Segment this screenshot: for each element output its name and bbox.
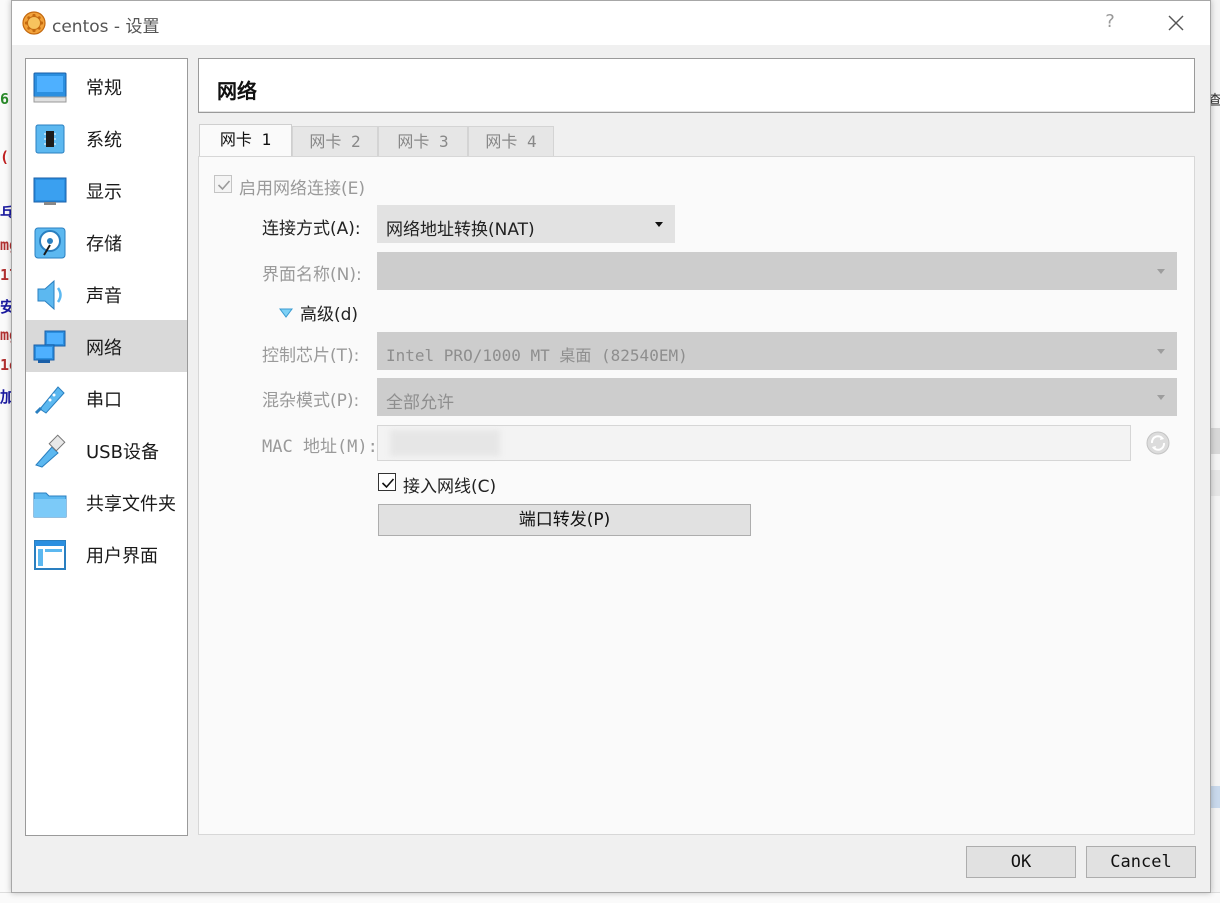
sidebar-item-system[interactable]: 系统: [26, 112, 187, 164]
sidebar-item-user-interface[interactable]: 用户界面: [26, 528, 187, 580]
chip-icon: [35, 124, 65, 154]
sidebar-item-label: 用户界面: [86, 546, 158, 567]
enable-adapter-label: 启用网络连接(E): [239, 179, 366, 199]
user-interface-icon: [34, 540, 66, 570]
attached-to-dropdown[interactable]: 网络地址转换(NAT): [377, 205, 675, 243]
tab-adapter-4[interactable]: 网卡 4: [468, 126, 554, 156]
network-icon: [33, 330, 66, 363]
attached-to-value: 网络地址转换(NAT): [386, 220, 535, 240]
close-button[interactable]: [1162, 9, 1190, 37]
general-icon: [33, 72, 67, 103]
page-header: 网络: [198, 58, 1195, 113]
sidebar-item-label: 串口: [86, 390, 122, 411]
virtualbox-app-icon: [22, 11, 46, 35]
cable-connected-label: 接入网线(C): [403, 477, 497, 497]
serial-port-icon: [34, 386, 65, 415]
sidebar-item-storage[interactable]: 存储: [26, 216, 187, 268]
mac-address-label: MAC 地址(M):: [262, 437, 378, 457]
sidebar-item-audio[interactable]: 声音: [26, 268, 187, 320]
attached-to-label: 连接方式(A):: [262, 219, 361, 239]
adapter-type-dropdown[interactable]: Intel PRO/1000 MT 桌面 (82540EM): [377, 332, 1177, 370]
background-app-bottom-edge: [0, 892, 1220, 903]
disk-icon: [34, 227, 66, 259]
sidebar-item-display[interactable]: 显示: [26, 164, 187, 216]
advanced-toggle-label[interactable]: 高级(d): [300, 300, 358, 325]
chevron-down-icon: [655, 222, 663, 227]
monitor-icon: [33, 177, 67, 205]
sidebar-item-general[interactable]: 常规: [26, 60, 187, 112]
sidebar-item-label: 存储: [86, 234, 122, 255]
adapter-type-value: Intel PRO/1000 MT 桌面 (82540EM): [386, 346, 688, 365]
tab-adapter-1[interactable]: 网卡 1: [199, 124, 292, 156]
usb-icon: [35, 434, 66, 468]
sidebar-item-label: 网络: [86, 338, 122, 359]
page-title: 网络: [217, 79, 257, 103]
sidebar-item-usb[interactable]: USB设备: [26, 424, 187, 476]
close-icon: [1168, 15, 1184, 31]
title-bar[interactable]: centos - 设置 ?: [12, 1, 1210, 45]
adapter-type-label: 控制芯片(T):: [262, 346, 360, 366]
chevron-down-icon: [1157, 349, 1165, 354]
ok-button[interactable]: OK: [966, 846, 1076, 878]
sidebar-item-label: 共享文件夹: [86, 494, 176, 515]
refresh-icon: [1146, 431, 1170, 455]
folder-icon: [33, 492, 67, 518]
mac-address-field[interactable]: [377, 425, 1131, 461]
background-fragment: (: [0, 148, 10, 166]
checkmark-icon: [217, 180, 231, 191]
refresh-mac-button[interactable]: [1145, 430, 1171, 456]
sidebar-item-serial-ports[interactable]: 串口: [26, 372, 187, 424]
checkmark-icon: [381, 478, 395, 489]
sidebar-item-shared-folders[interactable]: 共享文件夹: [26, 476, 187, 528]
enable-adapter-checkbox[interactable]: [214, 175, 232, 193]
promiscuous-mode-value: 全部允许: [386, 393, 454, 413]
settings-sidebar: 常规 系统 显示 存储 声音 网络 串口 USB设备 共享文件夹 用户界面: [25, 58, 188, 836]
sidebar-item-network[interactable]: 网络: [26, 320, 187, 372]
interface-name-label: 界面名称(N):: [262, 265, 362, 285]
port-forwarding-button[interactable]: 端口转发(P): [378, 504, 751, 536]
tab-adapter-3[interactable]: 网卡 3: [378, 126, 468, 156]
window-title: centos - 设置: [52, 17, 160, 37]
cancel-button[interactable]: Cancel: [1086, 846, 1196, 878]
redacted-mac-blur: [390, 430, 500, 456]
chevron-down-icon: [1157, 269, 1165, 274]
sidebar-item-label: USB设备: [86, 442, 159, 463]
chevron-down-icon: [1157, 395, 1165, 400]
sidebar-item-label: 显示: [86, 182, 122, 203]
promiscuous-mode-dropdown[interactable]: 全部允许: [377, 378, 1177, 416]
sidebar-item-label: 系统: [86, 130, 122, 151]
help-button[interactable]: ?: [1098, 11, 1122, 32]
settings-dialog: centos - 设置 ? 常规 系统 显示 存储 声音 网络 串口 USB设备…: [11, 0, 1211, 893]
advanced-toggle-icon[interactable]: [278, 305, 294, 319]
tab-adapter-2[interactable]: 网卡 2: [292, 126, 378, 156]
sidebar-item-label: 声音: [86, 286, 122, 307]
sidebar-item-label: 常规: [86, 78, 122, 99]
interface-name-dropdown[interactable]: [377, 252, 1177, 290]
promiscuous-mode-label: 混杂模式(P):: [262, 391, 360, 411]
speaker-icon: [37, 279, 62, 311]
cable-connected-checkbox[interactable]: [378, 473, 396, 491]
